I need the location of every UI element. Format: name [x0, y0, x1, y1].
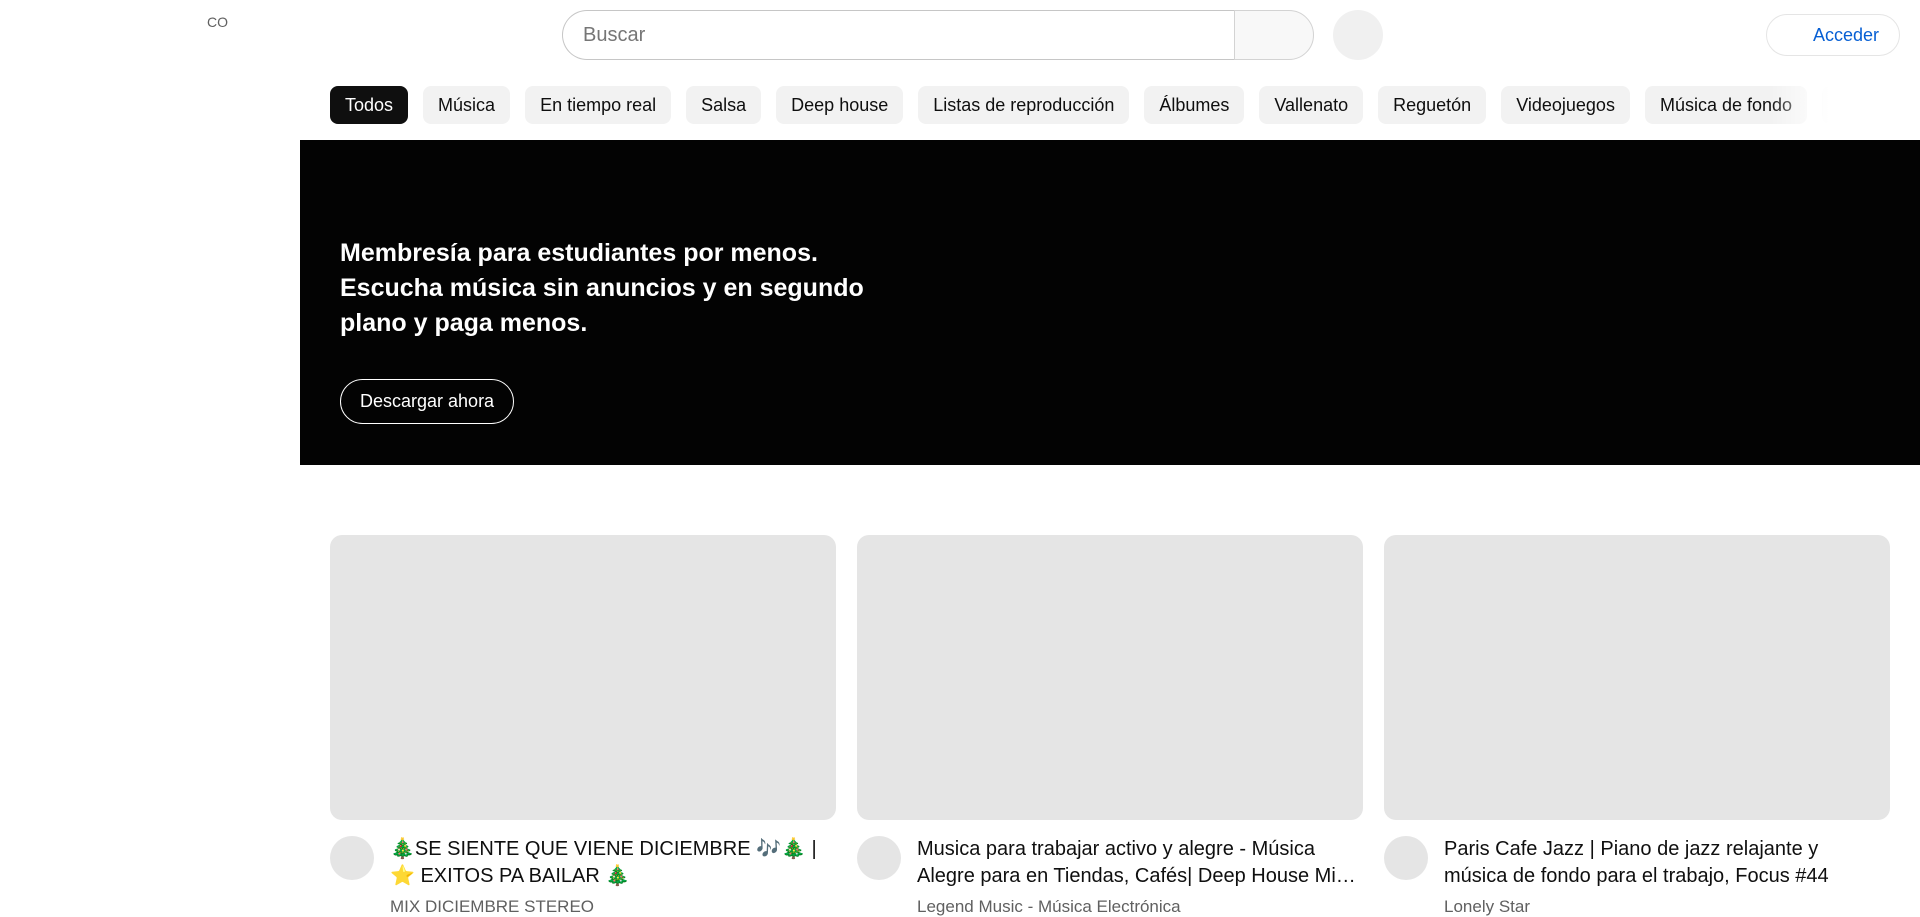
country-code: CO: [207, 14, 228, 30]
video-card[interactable]: Musica para trabajar activo y alegre - M…: [857, 535, 1363, 916]
video-thumbnail[interactable]: [330, 535, 836, 820]
search-bar: [562, 10, 1314, 60]
chip-albumes[interactable]: Álbumes: [1144, 86, 1245, 124]
chip-listas-de-reproduccion[interactable]: Listas de reproducción: [918, 86, 1130, 124]
chip-videojuegos[interactable]: Videojuegos: [1501, 86, 1630, 124]
signin-button[interactable]: Acceder: [1766, 14, 1900, 56]
category-chips: Todos Música En tiempo real Salsa Deep h…: [330, 86, 1840, 124]
search-button[interactable]: [1234, 10, 1314, 60]
chip-en-tiempo-real[interactable]: En tiempo real: [525, 86, 672, 124]
promo-banner-text: Membresía para estudiantes por menos. Es…: [340, 239, 864, 337]
chip-deep-house[interactable]: Deep house: [776, 86, 904, 124]
chip-todos[interactable]: Todos: [330, 86, 409, 124]
signin-label: Acceder: [1812, 24, 1879, 45]
video-card[interactable]: Paris Cafe Jazz | Piano de jazz relajant…: [1384, 535, 1890, 916]
video-card[interactable]: 🎄SE SIENTE QUE VIENE DICIEMBRE 🎶🎄 | ⭐ EX…: [330, 535, 836, 916]
video-grid: 🎄SE SIENTE QUE VIENE DICIEMBRE 🎶🎄 | ⭐ EX…: [330, 535, 1890, 916]
chip-vallenato[interactable]: Vallenato: [1259, 86, 1364, 124]
channel-name[interactable]: Legend Music - Música Electrónica: [917, 897, 1357, 917]
channel-name[interactable]: MIX DICIEMBRE STEREO: [390, 897, 830, 917]
search-input[interactable]: [562, 10, 1234, 60]
video-thumbnail[interactable]: [857, 535, 1363, 820]
voice-search-button[interactable]: [1333, 10, 1383, 60]
video-thumbnail[interactable]: [1384, 535, 1890, 820]
chip-musica-de-fondo[interactable]: Música de fondo: [1644, 86, 1808, 124]
video-title[interactable]: 🎄SE SIENTE QUE VIENE DICIEMBRE 🎶🎄 | ⭐ EX…: [390, 836, 830, 890]
channel-avatar[interactable]: [330, 836, 374, 880]
video-title[interactable]: Musica para trabajar activo y alegre - M…: [917, 836, 1357, 890]
chip-regueton[interactable]: Reguetón: [1378, 86, 1487, 124]
video-title[interactable]: Paris Cafe Jazz | Piano de jazz relajant…: [1444, 836, 1884, 890]
chip-musica[interactable]: Música: [423, 86, 511, 124]
channel-avatar[interactable]: [1384, 836, 1428, 880]
channel-name[interactable]: Lonely Star: [1444, 897, 1884, 917]
channel-avatar[interactable]: [857, 836, 901, 880]
chip-new[interactable]: New: [1822, 86, 1840, 124]
chip-salsa[interactable]: Salsa: [686, 86, 762, 124]
download-now-button[interactable]: Descargar ahora: [340, 379, 515, 424]
promo-banner: Membresía para estudiantes por menos. Es…: [300, 140, 1920, 465]
